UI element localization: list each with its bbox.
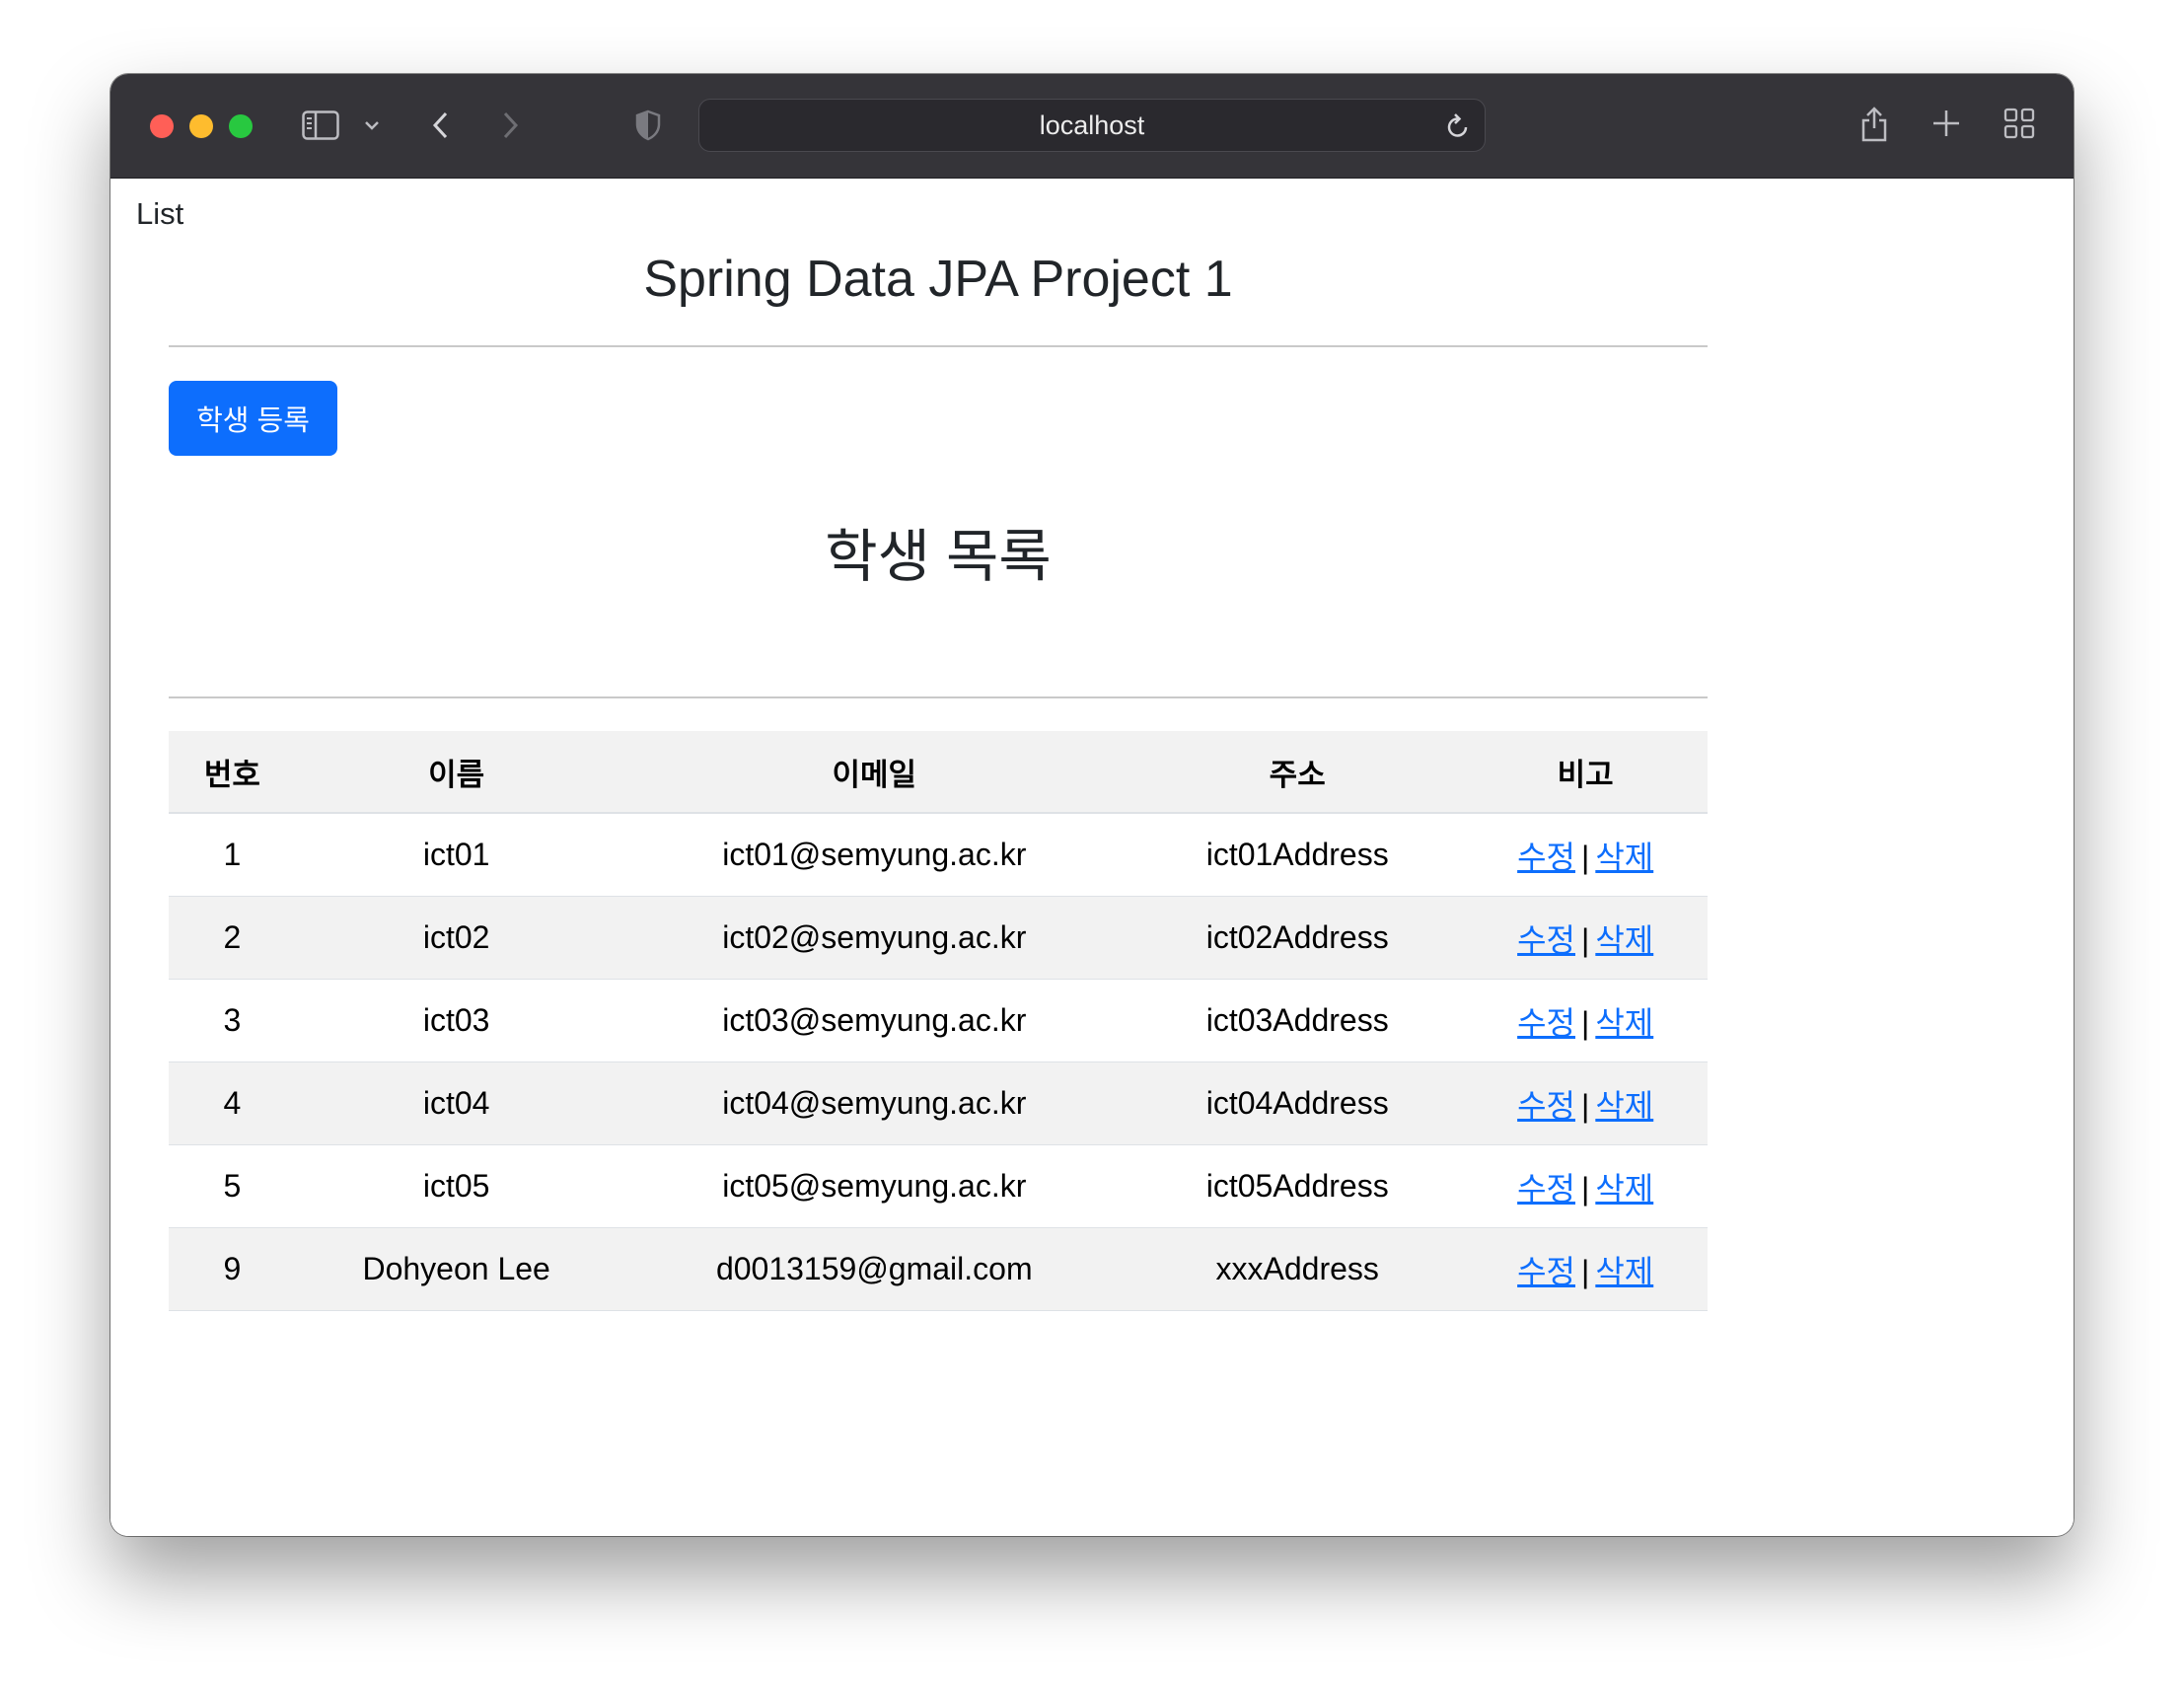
delete-link[interactable]: 삭제 bbox=[1595, 1254, 1653, 1289]
separator: | bbox=[1581, 1170, 1590, 1207]
divider bbox=[169, 345, 1708, 347]
cell-name: ict05 bbox=[295, 1144, 618, 1228]
reload-icon[interactable] bbox=[1443, 111, 1473, 141]
cell-email: ict05@semyung.ac.kr bbox=[617, 1144, 1132, 1228]
cell-number: 1 bbox=[169, 813, 296, 897]
separator: | bbox=[1581, 839, 1590, 875]
cell-email: d0013159@gmail.com bbox=[617, 1227, 1132, 1311]
edit-link[interactable]: 수정 bbox=[1517, 1254, 1575, 1289]
cell-actions: 수정 | 삭제 bbox=[1463, 896, 1708, 980]
column-header-email: 이메일 bbox=[617, 731, 1132, 814]
url-text[interactable]: localhost bbox=[699, 100, 1485, 151]
cell-actions: 수정 | 삭제 bbox=[1463, 1144, 1708, 1228]
cell-name: ict01 bbox=[295, 813, 618, 897]
table-row: 3 ict03 ict03@semyung.ac.kr ict03Address… bbox=[169, 979, 1708, 1062]
cell-name: ict04 bbox=[295, 1061, 618, 1145]
plus-icon[interactable] bbox=[1929, 106, 1964, 141]
cell-address: ict01Address bbox=[1131, 813, 1464, 897]
delete-link[interactable]: 삭제 bbox=[1595, 1005, 1653, 1041]
cell-name: ict03 bbox=[295, 979, 618, 1062]
share-icon[interactable] bbox=[1856, 102, 1892, 145]
separator: | bbox=[1581, 1253, 1590, 1289]
column-header-number: 번호 bbox=[169, 731, 296, 814]
cell-name: Dohyeon Lee bbox=[295, 1227, 618, 1311]
table-row: 5 ict05 ict05@semyung.ac.kr ict05Address… bbox=[169, 1144, 1708, 1228]
cell-actions: 수정 | 삭제 bbox=[1463, 1061, 1708, 1145]
cell-address: ict03Address bbox=[1131, 979, 1464, 1062]
page-heading: Spring Data JPA Project 1 bbox=[643, 251, 1233, 308]
separator: | bbox=[1581, 921, 1590, 958]
cell-number: 3 bbox=[169, 979, 296, 1062]
browser-window: localhost List Spring Data JPA Project 1… bbox=[110, 74, 2074, 1536]
cell-actions: 수정 | 삭제 bbox=[1463, 1227, 1708, 1311]
student-table: 번호 이름 이메일 주소 비고 1 ict01 ict01@semyung.ac… bbox=[169, 731, 1708, 1311]
cell-number: 2 bbox=[169, 896, 296, 980]
sidebar-icon[interactable] bbox=[301, 108, 340, 143]
table-row: 9 Dohyeon Lee d0013159@gmail.com xxxAddr… bbox=[169, 1227, 1708, 1311]
edit-link[interactable]: 수정 bbox=[1517, 922, 1575, 958]
edit-link[interactable]: 수정 bbox=[1517, 840, 1575, 875]
back-icon[interactable] bbox=[426, 108, 456, 143]
cell-actions: 수정 | 삭제 bbox=[1463, 979, 1708, 1062]
separator: | bbox=[1581, 1087, 1590, 1124]
close-window-button[interactable] bbox=[150, 114, 174, 138]
cell-address: ict02Address bbox=[1131, 896, 1464, 980]
cell-address: ict05Address bbox=[1131, 1144, 1464, 1228]
cell-address: xxxAddress bbox=[1131, 1227, 1464, 1311]
delete-link[interactable]: 삭제 bbox=[1595, 1088, 1653, 1124]
cell-number: 4 bbox=[169, 1061, 296, 1145]
cell-address: ict04Address bbox=[1131, 1061, 1464, 1145]
cell-email: ict02@semyung.ac.kr bbox=[617, 896, 1132, 980]
table-header-row: 번호 이름 이메일 주소 비고 bbox=[169, 731, 1708, 814]
edit-link[interactable]: 수정 bbox=[1517, 1171, 1575, 1207]
edit-link[interactable]: 수정 bbox=[1517, 1088, 1575, 1124]
minimize-window-button[interactable] bbox=[189, 114, 213, 138]
cell-number: 9 bbox=[169, 1227, 296, 1311]
tab-overview-icon[interactable] bbox=[2002, 106, 2037, 141]
cell-number: 5 bbox=[169, 1144, 296, 1228]
separator: | bbox=[1581, 1004, 1590, 1041]
delete-link[interactable]: 삭제 bbox=[1595, 840, 1653, 875]
column-header-remarks: 비고 bbox=[1463, 731, 1708, 814]
table-row: 2 ict02 ict02@semyung.ac.kr ict02Address… bbox=[169, 896, 1708, 980]
edit-link[interactable]: 수정 bbox=[1517, 1005, 1575, 1041]
divider bbox=[169, 696, 1708, 698]
student-list-heading: 학생 목록 bbox=[825, 525, 1052, 589]
page-content: List Spring Data JPA Project 1 학생 등록 학생 … bbox=[110, 179, 2074, 1536]
chevron-down-icon[interactable] bbox=[361, 113, 383, 137]
delete-link[interactable]: 삭제 bbox=[1595, 1171, 1653, 1207]
column-header-address: 주소 bbox=[1131, 731, 1464, 814]
cell-name: ict02 bbox=[295, 896, 618, 980]
browser-toolbar: localhost bbox=[110, 74, 2074, 179]
forward-icon[interactable] bbox=[495, 108, 525, 143]
shield-icon[interactable] bbox=[631, 108, 665, 143]
table-row: 4 ict04 ict04@semyung.ac.kr ict04Address… bbox=[169, 1061, 1708, 1145]
cell-email: ict03@semyung.ac.kr bbox=[617, 979, 1132, 1062]
cell-email: ict01@semyung.ac.kr bbox=[617, 813, 1132, 897]
delete-link[interactable]: 삭제 bbox=[1595, 922, 1653, 958]
column-header-name: 이름 bbox=[295, 731, 618, 814]
table-row: 1 ict01 ict01@semyung.ac.kr ict01Address… bbox=[169, 813, 1708, 897]
document-title: List bbox=[136, 196, 184, 231]
register-student-button[interactable]: 학생 등록 bbox=[169, 381, 337, 456]
zoom-window-button[interactable] bbox=[229, 114, 253, 138]
cell-email: ict04@semyung.ac.kr bbox=[617, 1061, 1132, 1145]
address-bar[interactable]: localhost bbox=[698, 99, 1486, 152]
cell-actions: 수정 | 삭제 bbox=[1463, 813, 1708, 897]
